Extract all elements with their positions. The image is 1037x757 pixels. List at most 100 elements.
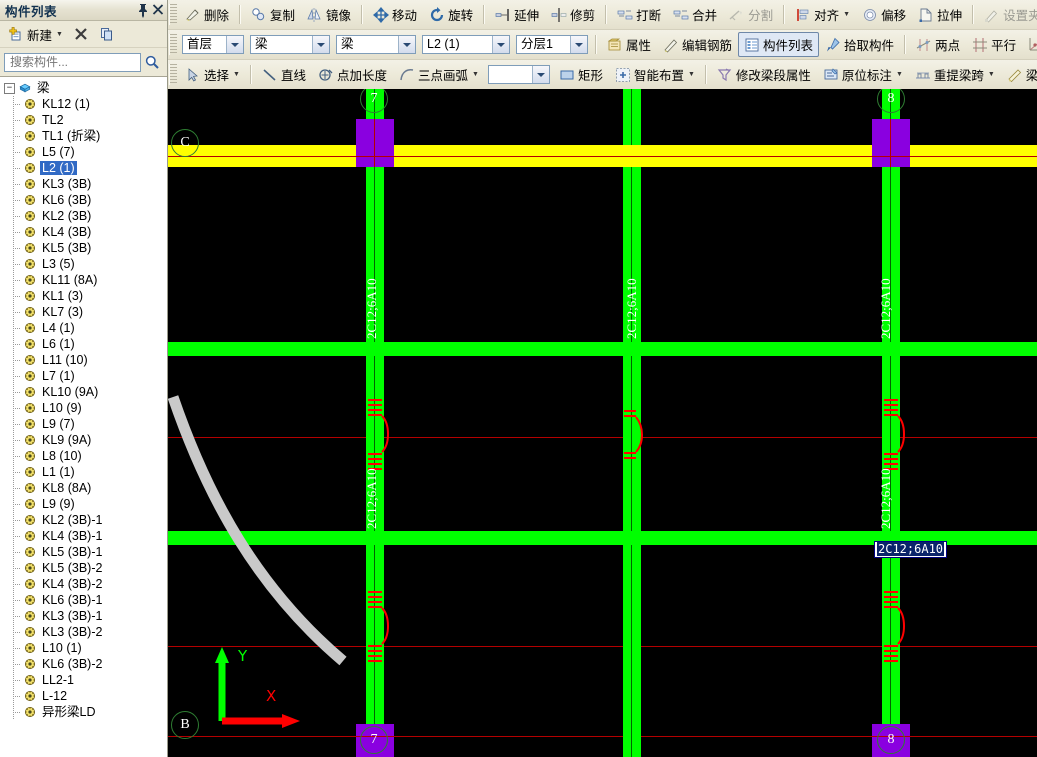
chevron-down-icon[interactable]: ▼ — [843, 11, 850, 18]
tree-item-kl88a[interactable]: KL8 (8A) — [0, 480, 167, 496]
toolbar-grip[interactable] — [169, 64, 177, 85]
toolbar-button-move[interactable]: 移动 — [367, 2, 423, 27]
toolbar-button-select-arrow[interactable]: 选择 ▼ — [179, 62, 246, 87]
tree-item-kl43b-2[interactable]: KL4 (3B)-2 — [0, 576, 167, 592]
tree-root-beam[interactable]: − 梁 — [0, 80, 167, 96]
tree-item-kl13[interactable]: KL1 (3) — [0, 288, 167, 304]
toolbar-button-rectangle[interactable]: 矩形 — [553, 62, 609, 87]
toolbar-button-edit-beam-seg[interactable]: 修改梁段属性 — [711, 62, 817, 87]
toolbar-button-stretch[interactable]: 拉伸 — [912, 2, 968, 27]
tree-item-l1110[interactable]: L11 (10) — [0, 352, 167, 368]
chevron-down-icon[interactable]: ▼ — [56, 31, 63, 38]
tree-item-kl73[interactable]: KL7 (3) — [0, 304, 167, 320]
toolbar-button-align[interactable]: 对齐 ▼ — [789, 2, 856, 27]
toolbar-button-three-point-arc[interactable]: 三点画弧 ▼ — [393, 62, 485, 87]
chevron-down-icon[interactable]: ▼ — [988, 71, 995, 78]
tree-item-异形梁ld[interactable]: 异形梁LD — [0, 704, 167, 720]
toolbar-button-rotate[interactable]: 旋转 — [423, 2, 479, 27]
tree-item-l101[interactable]: L10 (1) — [0, 640, 167, 656]
type-select[interactable]: 梁 — [336, 35, 416, 54]
tree-item-kl53b[interactable]: KL5 (3B) — [0, 240, 167, 256]
chevron-down-icon[interactable] — [570, 36, 587, 53]
tree-item-l41[interactable]: L4 (1) — [0, 320, 167, 336]
tree-item-kl33b[interactable]: KL3 (3B) — [0, 176, 167, 192]
cad-drawing-canvas[interactable]: Y X C B 7 8 7 8 2C12;6A10 2C12;6A10 2C12;6A10 2C1… — [168, 89, 1037, 757]
tree-item-l97[interactable]: L9 (7) — [0, 416, 167, 432]
chevron-down-icon[interactable]: ▼ — [896, 71, 903, 78]
tree-item-kl33b-1[interactable]: KL3 (3B)-1 — [0, 608, 167, 624]
tree-item-l-12[interactable]: L-12 — [0, 688, 167, 704]
tree-item-kl63b[interactable]: KL6 (3B) — [0, 192, 167, 208]
toolbar-grip[interactable] — [169, 34, 177, 55]
tree-item-l61[interactable]: L6 (1) — [0, 336, 167, 352]
toolbar-button-pick-component[interactable]: 拾取构件 — [819, 32, 900, 57]
tree-item-tl1折梁[interactable]: TL1 (折梁) — [0, 128, 167, 144]
search-input-wrapper[interactable] — [4, 52, 141, 72]
chevron-down-icon[interactable] — [226, 36, 243, 53]
chevron-down-icon[interactable]: ▼ — [688, 71, 695, 78]
column-C8[interactable] — [872, 119, 910, 167]
tree-item-kl121[interactable]: KL12 (1) — [0, 96, 167, 112]
delete-component-button[interactable] — [69, 23, 93, 45]
toolbar-button-merge[interactable]: 合并 — [667, 2, 723, 27]
search-input[interactable] — [8, 53, 137, 71]
tree-item-l71[interactable]: L7 (1) — [0, 368, 167, 384]
toolbar-button-parallel[interactable]: 平行 — [966, 32, 1022, 57]
tree-item-l810[interactable]: L8 (10) — [0, 448, 167, 464]
column-C7[interactable] — [356, 119, 394, 167]
tree-expander-icon[interactable]: − — [4, 82, 15, 94]
tree-item-l109[interactable]: L10 (9) — [0, 400, 167, 416]
layer-select[interactable]: 分层1 — [516, 35, 588, 54]
tree-item-l57[interactable]: L5 (7) — [0, 144, 167, 160]
chevron-down-icon[interactable] — [312, 36, 329, 53]
rebar-edit-field[interactable]: 2C12;6A10 — [874, 541, 948, 558]
tree-item-kl99a[interactable]: KL9 (9A) — [0, 432, 167, 448]
toolbar-button-two-point[interactable]: 两点 — [910, 32, 966, 57]
toolbar-button-edit-rebar[interactable]: 编辑钢筋 — [657, 32, 738, 57]
tree-item-l11[interactable]: L1 (1) — [0, 464, 167, 480]
toolbar-button-properties[interactable]: 属性 — [601, 32, 657, 57]
category-select[interactable]: 梁 — [250, 35, 330, 54]
tree-item-kl43b[interactable]: KL4 (3B) — [0, 224, 167, 240]
tree-item-kl118a[interactable]: KL11 (8A) — [0, 272, 167, 288]
close-icon[interactable] — [150, 3, 165, 18]
toolbar-button-point-length[interactable]: 点加长度 — [312, 62, 393, 87]
toolbar-button-trim[interactable]: 修剪 — [545, 2, 601, 27]
tree-item-kl63b-1[interactable]: KL6 (3B)-1 — [0, 592, 167, 608]
toolbar-button-smart-place[interactable]: 智能布置 ▼ — [609, 62, 701, 87]
pin-icon[interactable] — [135, 3, 150, 18]
chevron-down-icon[interactable] — [531, 66, 549, 83]
tree-item-ll2-1[interactable]: LL2-1 — [0, 672, 167, 688]
tree-item-kl43b-1[interactable]: KL4 (3B)-1 — [0, 528, 167, 544]
toolbar-button-re-extract-span[interactable]: 重提梁跨 ▼ — [909, 62, 1001, 87]
toolbar-button-in-place-annotate[interactable]: 原位标注 ▼ — [817, 62, 909, 87]
tree-item-kl23b[interactable]: KL2 (3B) — [0, 208, 167, 224]
tree-item-kl63b-2[interactable]: KL6 (3B)-2 — [0, 656, 167, 672]
toolbar-button-extend[interactable]: 延伸 — [489, 2, 545, 27]
toolbar-button-copy[interactable]: 复制 — [245, 2, 301, 27]
tree-item-l99[interactable]: L9 (9) — [0, 496, 167, 512]
arc-param-select[interactable] — [487, 65, 550, 84]
toolbar-button-point-angle[interactable]: 点角▼ — [1022, 32, 1037, 57]
tree-item-kl53b-1[interactable]: KL5 (3B)-1 — [0, 544, 167, 560]
copy-component-button[interactable] — [95, 23, 119, 45]
chevron-down-icon[interactable] — [398, 36, 415, 53]
tree-item-kl109a[interactable]: KL10 (9A) — [0, 384, 167, 400]
tree-item-l21[interactable]: L2 (1) — [0, 160, 167, 176]
floor-select[interactable]: 首层 — [182, 35, 244, 54]
toolbar-button-break[interactable]: 打断 — [611, 2, 667, 27]
tree-item-kl33b-2[interactable]: KL3 (3B)-2 — [0, 624, 167, 640]
toolbar-button-offset[interactable]: 偏移 — [856, 2, 912, 27]
toolbar-button-line[interactable]: 直线 — [256, 62, 312, 87]
new-component-button[interactable]: 新建 ▼ — [4, 22, 67, 47]
tree-item-kl53b-2[interactable]: KL5 (3B)-2 — [0, 560, 167, 576]
toolbar-button-component-list[interactable]: 构件列表 — [738, 32, 820, 57]
tree-item-kl23b-1[interactable]: KL2 (3B)-1 — [0, 512, 167, 528]
toolbar-button-delete[interactable]: 删除 — [179, 2, 235, 27]
chevron-down-icon[interactable]: ▼ — [233, 71, 240, 78]
chevron-down-icon[interactable] — [492, 36, 509, 53]
component-select[interactable]: L2 (1) — [422, 35, 510, 54]
tree-item-tl2[interactable]: TL2 — [0, 112, 167, 128]
toolbar-button-mirror[interactable]: 镜像 — [301, 2, 357, 27]
search-button[interactable] — [141, 53, 163, 72]
